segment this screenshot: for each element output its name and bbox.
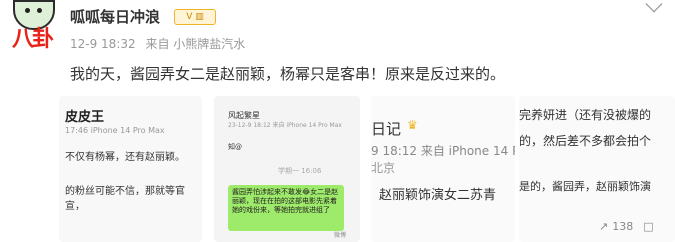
avatar-eye (37, 8, 42, 13)
share-button[interactable]: ↗ 138 □ (599, 220, 658, 233)
image-thumb-4[interactable]: 完养妍进（还有没被爆的 的，然后差不多都会拍个 是的，酱园弄，赵丽颖饰演 ↗ 13… (519, 96, 675, 242)
post-source[interactable]: 来自 小熊牌盐汽水 (145, 37, 245, 51)
post-text: 我的天，酱园弄女二是赵丽颖，杨幂只是客串！原来是反过来的。 (70, 65, 506, 83)
thumb-text: 赵丽颖饰演女二苏青 (379, 188, 497, 203)
avatar-eye (25, 8, 30, 13)
thumb-text: 知@ (228, 143, 242, 151)
image-thumb-2[interactable]: 风起繁星 23-12-9 18:12 来自 iPhone 14 Pro Max … (214, 96, 360, 242)
watermark: 微博 (334, 232, 347, 239)
vip-badge[interactable]: V ▥ (174, 9, 216, 25)
image-thumb-3[interactable]: 日记 ♛ 9 18:12 来自 iPhone 14 Pr 北京 赵丽颖饰演女二苏… (371, 96, 515, 242)
share-icon: ↗ (599, 220, 609, 233)
chat-bubble: 酱园弄怕涉起来不敢发😂女二是赵丽颖，现在在拍的这部电影先紧着她的戏份来，等她拍完… (228, 185, 344, 231)
post-time[interactable]: 12-9 18:32 (70, 37, 136, 51)
chat-time: 学期一 16:06 (278, 167, 322, 175)
thumb-user-name: 风起繁星 (228, 111, 260, 120)
thumb-title: 日记 (371, 120, 402, 138)
thumb-text: 的粉丝可能不信，那就等官宣， (65, 186, 185, 212)
thumb-text: 完养妍进（还有没被爆的 (519, 108, 652, 122)
comment-icon: □ (643, 220, 654, 233)
avatar-tag: 八卦 (11, 27, 54, 52)
thumb-user-meta: 23-12-9 18:12 来自 iPhone 14 Pro Max (228, 122, 342, 129)
thumb-text: 是的，酱园弄，赵丽颖饰演 (519, 180, 651, 193)
post-meta: 12-9 18:32 来自 小熊牌盐汽水 (70, 35, 251, 52)
author-name[interactable]: 呱呱每日冲浪 (70, 6, 160, 27)
thumb-user-name: 皮皮王 (65, 110, 105, 125)
image-thumb-1[interactable]: 皮皮王 17:46 iPhone 14 Pro Max 不仅有杨幂，还有赵丽颖。… (59, 96, 202, 242)
crown-icon: ♛ (407, 118, 418, 132)
chevron-down-icon[interactable] (645, 0, 663, 13)
thumb-user-meta: 9 18:12 来自 iPhone 14 Pr (371, 144, 515, 158)
thumb-text: 不仅有杨幂，还有赵丽颖。 (65, 152, 185, 163)
share-count: 138 (612, 220, 634, 233)
thumb-text: 的，然后差不多都会拍个 (519, 134, 652, 148)
thumb-user-meta: 17:46 iPhone 14 Pro Max (65, 126, 165, 135)
thumb-location: 北京 (371, 161, 396, 175)
avatar[interactable]: 八卦 (9, 0, 55, 56)
